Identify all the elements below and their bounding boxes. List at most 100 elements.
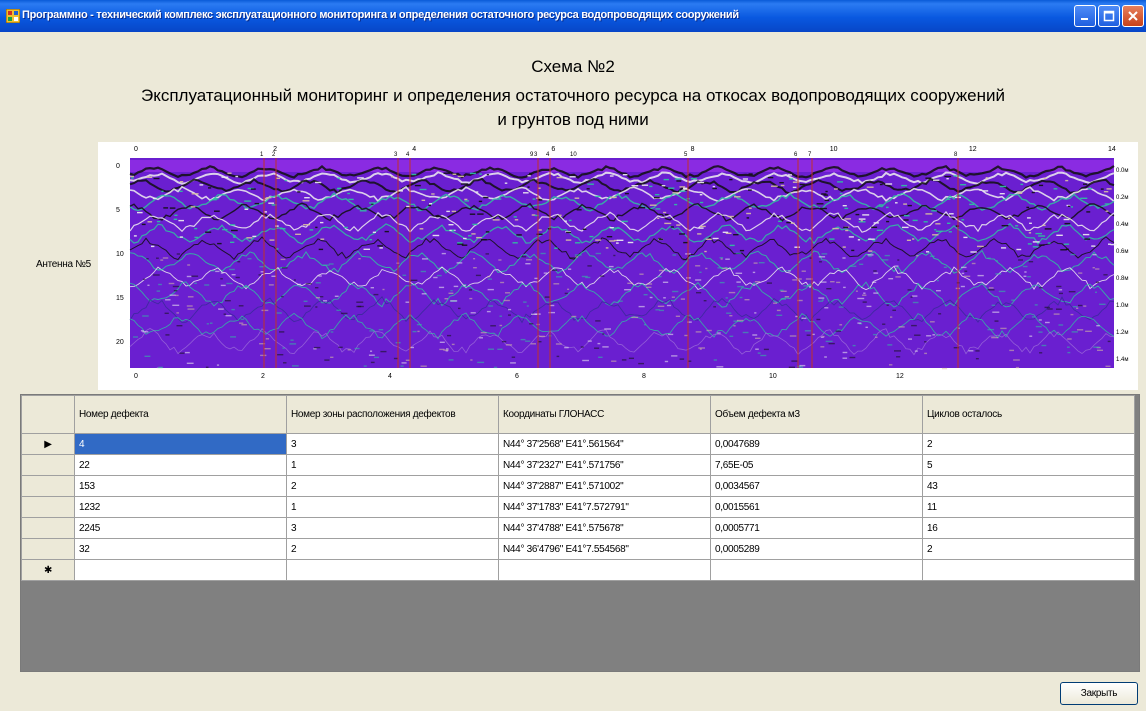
table-cell[interactable]: N44° 37'2887" E41°.571002" (498, 475, 711, 497)
radargram-speckle (293, 279, 296, 281)
radargram-speckle (500, 281, 505, 284)
row-selector[interactable] (21, 496, 75, 518)
col-header-cycles-left[interactable]: Циклов осталось (922, 395, 1135, 434)
page-title-line2: и грунтов под ними (497, 110, 649, 129)
table-cell[interactable]: 2 (286, 475, 499, 497)
radargram-speckle (187, 264, 191, 266)
radargram-speckle (1063, 218, 1070, 221)
table-cell[interactable]: N44° 37'4788" E41°.575678" (498, 517, 711, 539)
table-cell[interactable]: 0,0034567 (710, 475, 923, 497)
radargram-speckle (1071, 331, 1078, 333)
defects-grid[interactable]: Номер дефекта Номер зоны расположения де… (20, 394, 1140, 672)
table-cell[interactable] (498, 559, 711, 581)
table-cell[interactable]: 153 (74, 475, 287, 497)
right-depth-label: 0.8м (1116, 276, 1128, 282)
table-cell[interactable] (922, 559, 1135, 581)
table-cell[interactable]: 0,0005289 (710, 538, 923, 560)
radargram-speckle (674, 178, 682, 180)
radargram-speckle (260, 271, 264, 273)
table-cell[interactable]: 2245 (74, 517, 287, 539)
row-selector[interactable] (21, 454, 75, 476)
table-cell[interactable]: 0,0015561 (710, 496, 923, 518)
row-selector[interactable]: ▶ (21, 433, 75, 455)
table-cell[interactable]: 2 (922, 433, 1135, 455)
table-cell[interactable] (286, 559, 499, 581)
table-cell[interactable]: N44° 37'1783" E41°7.572791" (498, 496, 711, 518)
table-row[interactable]: ▶ 4 3 N44° 37'2568" E41°.561564" 0,0047689 2 (21, 433, 1135, 455)
radargram-speckle (729, 315, 733, 317)
table-row[interactable]: 153 2 N44° 37'2887" E41°.571002" 0,0034567 4… (21, 475, 1135, 497)
table-cell[interactable] (710, 559, 923, 581)
radargram-speckle (194, 236, 199, 239)
col-header-defect-number[interactable]: Номер дефекта (74, 395, 287, 434)
table-cell[interactable]: 1 (286, 496, 499, 518)
table-cell[interactable]: 5 (922, 454, 1135, 476)
minimize-button[interactable] (1074, 5, 1096, 27)
maximize-icon (1103, 10, 1115, 22)
table-cell[interactable] (74, 559, 287, 581)
radargram-speckle (468, 235, 472, 237)
new-row-marker[interactable]: ✱ (21, 559, 75, 581)
row-selector[interactable] (21, 538, 75, 560)
radargram-speckle (1087, 187, 1092, 190)
radargram-speckle (755, 337, 761, 339)
maximize-button[interactable] (1098, 5, 1120, 27)
table-cell[interactable]: 0,0005771 (710, 517, 923, 539)
row-selector[interactable] (21, 475, 75, 497)
radargram-speckle (282, 267, 288, 269)
radargram-speckle (499, 324, 503, 327)
table-cell[interactable]: 32 (74, 538, 287, 560)
radargram-speckle (884, 254, 890, 257)
radargram-speckle (548, 311, 555, 314)
table-cell[interactable]: 2 (286, 538, 499, 560)
radargram-speckle (638, 305, 645, 308)
table-cell[interactable]: N44° 37'2568" E41°.561564" (498, 433, 711, 455)
table-cell[interactable]: 3 (286, 517, 499, 539)
radargram-speckle (794, 246, 800, 248)
table-row[interactable]: 1232 1 N44° 37'1783" E41°7.572791" 0,001556… (21, 496, 1135, 518)
table-row[interactable]: 22 1 N44° 37'2327" E41°.571756" 7,65Е-05 5 (21, 454, 1135, 476)
table-cell[interactable]: 3 (286, 433, 499, 455)
table-cell[interactable]: 7,65Е-05 (710, 454, 923, 476)
table-cell[interactable]: 2 (922, 538, 1135, 560)
radargram-speckle (156, 220, 161, 223)
radargram-speckle (1038, 331, 1043, 333)
radargram-speckle (217, 242, 222, 245)
radargram-speckle (933, 179, 940, 181)
radargram-speckle (873, 292, 879, 294)
row-selector[interactable] (21, 517, 75, 539)
table-cell[interactable]: N44° 36'4796" E41°7.554568" (498, 538, 711, 560)
radargram-speckle (296, 283, 302, 286)
radargram-speckle (610, 196, 617, 199)
radargram-speckle (338, 346, 343, 348)
table-cell[interactable]: 4 (74, 433, 287, 455)
page-title-line1: Эксплуатационный мониторинг и определени… (140, 86, 1006, 105)
radargram-speckle (547, 228, 552, 230)
radargram-speckle (451, 229, 455, 231)
table-cell[interactable]: 22 (74, 454, 287, 476)
table-cell[interactable]: 16 (922, 517, 1135, 539)
close-window-button[interactable] (1122, 5, 1144, 27)
col-header-zone-number[interactable]: Номер зоны расположения дефектов (286, 395, 499, 434)
table-cell[interactable]: 1 (286, 454, 499, 476)
title-bar[interactable]: Программно - технический комплекс эксплу… (0, 0, 1146, 32)
table-cell[interactable]: N44° 37'2327" E41°.571756" (498, 454, 711, 476)
table-cell[interactable]: 0,0047689 (710, 433, 923, 455)
radargram-speckle (649, 204, 657, 206)
table-cell[interactable]: 1232 (74, 496, 287, 518)
radargram-speckle (215, 270, 220, 273)
radargram-speckle (752, 334, 758, 336)
radargram-speckle (1011, 299, 1015, 301)
close-button[interactable]: Закрыть (1060, 682, 1138, 705)
col-header-glonass-coords[interactable]: Координаты ГЛОНАСС (498, 395, 711, 434)
radargram-speckle (209, 322, 213, 324)
table-cell[interactable]: 43 (922, 475, 1135, 497)
table-row[interactable]: 32 2 N44° 36'4796" E41°7.554568" 0,0005289 2 (21, 538, 1135, 560)
new-row[interactable]: ✱ (21, 559, 1135, 581)
radargram-speckle (624, 192, 629, 195)
table-cell[interactable]: 11 (922, 496, 1135, 518)
table-row[interactable]: 2245 3 N44° 37'4788" E41°.575678" 0,0005771… (21, 517, 1135, 539)
radargram-speckle (858, 218, 866, 220)
col-header-defect-volume[interactable]: Объем дефекта м3 (710, 395, 923, 434)
radargram-speckle (739, 249, 745, 252)
